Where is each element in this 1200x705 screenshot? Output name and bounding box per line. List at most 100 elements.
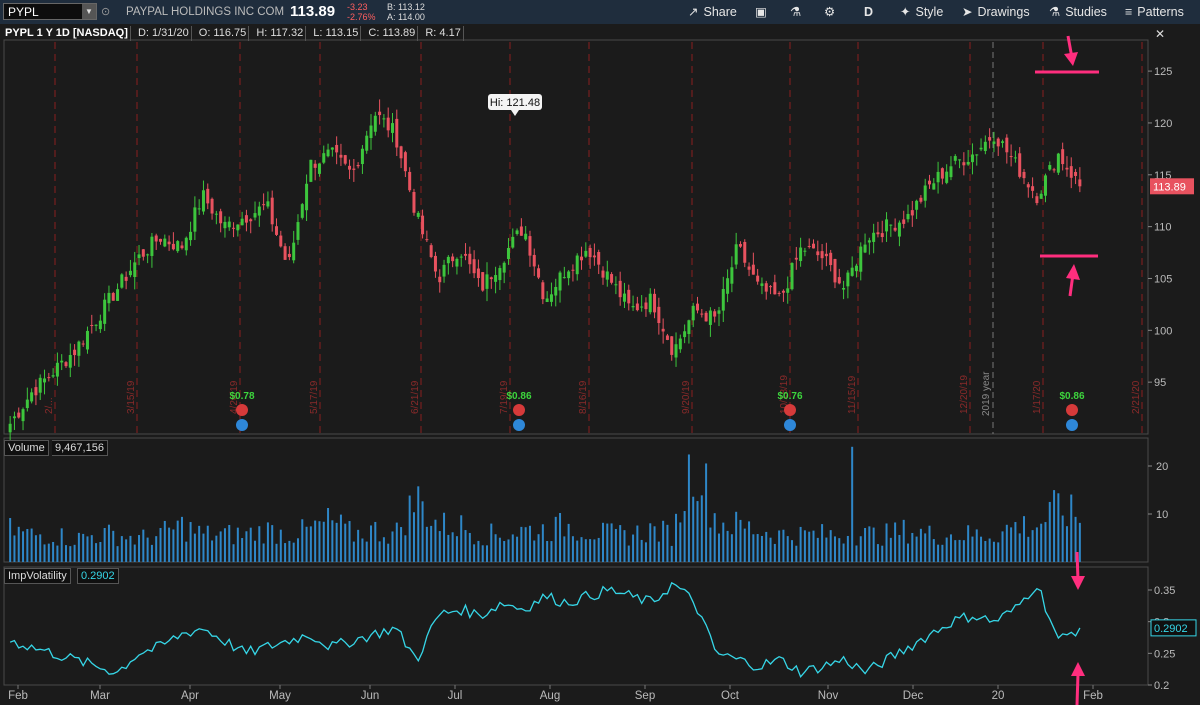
candle-body: [403, 152, 407, 172]
volume-bar: [791, 540, 794, 562]
volume-bar: [769, 537, 772, 562]
dividend-icon[interactable]: [784, 419, 796, 431]
x-tick-label: Feb: [1083, 690, 1103, 702]
candle-body: [296, 222, 300, 240]
volume-bar: [692, 496, 695, 562]
volume-bar: [898, 534, 901, 562]
settings-button[interactable]: ⚙: [824, 0, 840, 24]
chart-symbol[interactable]: PYPL 1 Y 1D [NASDAQ]: [3, 26, 131, 41]
earnings-icon[interactable]: [784, 404, 796, 416]
candle-body: [159, 238, 163, 242]
candle-body: [429, 245, 433, 258]
price-tick-label: 110: [1154, 222, 1172, 234]
volume-bar: [163, 520, 166, 562]
dividend-icon[interactable]: [236, 419, 248, 431]
candle-body: [781, 290, 785, 293]
studies-button[interactable]: ⚗ Studies: [1049, 0, 1107, 24]
date-marker-label: 11/15/19: [847, 375, 858, 414]
volume-bar: [103, 528, 106, 562]
volume-bar: [881, 545, 884, 562]
volume-bar: [73, 544, 76, 562]
volume-bar: [133, 544, 136, 562]
volume-bar: [339, 514, 342, 562]
dividend-icon[interactable]: [513, 419, 525, 431]
x-tick-label: Sep: [635, 690, 655, 702]
candle-body: [253, 213, 257, 218]
earnings-icon[interactable]: [513, 404, 525, 416]
volume-bar: [400, 527, 403, 562]
volume-bar: [34, 535, 37, 562]
flask-button[interactable]: ⚗: [790, 0, 806, 24]
volume-bar: [176, 520, 179, 562]
volume-bar: [228, 524, 231, 562]
dividend-label: $0.86: [1059, 391, 1084, 402]
candle-body: [674, 344, 678, 358]
candle-body: [812, 243, 815, 249]
image-button[interactable]: ▣: [755, 0, 772, 24]
volume-bar: [211, 540, 214, 562]
patterns-button[interactable]: ≡ Patterns: [1125, 0, 1184, 24]
candle-body: [390, 123, 394, 133]
volume-tick-label: 20: [1156, 461, 1168, 473]
annotation-iv-arrow-down-icon: [1075, 551, 1080, 581]
candle-body: [81, 343, 85, 345]
volume-bar: [812, 530, 815, 562]
volume-bar: [687, 454, 690, 562]
volume-bar: [52, 541, 55, 562]
volume-bar: [202, 533, 205, 562]
candle-body: [773, 282, 777, 295]
volume-bar: [829, 530, 832, 562]
dividend-icon[interactable]: [1066, 419, 1078, 431]
volume-bar: [584, 539, 587, 562]
drawings-button[interactable]: ➤ Drawings: [962, 0, 1030, 24]
candle-body: [979, 147, 983, 150]
share-button[interactable]: ↗ Share: [688, 0, 737, 24]
link-icon[interactable]: ⊙: [101, 0, 110, 24]
volume-bar: [357, 529, 360, 562]
candle-body: [807, 245, 811, 247]
volume-bar: [370, 525, 373, 562]
candle-body: [648, 293, 652, 313]
candle-body: [704, 312, 708, 322]
candle-body: [923, 185, 927, 201]
style-button[interactable]: ✦ Style: [900, 0, 943, 24]
candle-body: [8, 423, 12, 433]
candle-body: [309, 159, 313, 182]
volume-bar: [395, 522, 398, 562]
earnings-icon[interactable]: [236, 404, 248, 416]
price-tick-label: 100: [1154, 325, 1172, 337]
volume-bar: [924, 533, 927, 562]
candle-body: [867, 240, 871, 243]
candle-body: [197, 208, 201, 210]
volume-bar: [1031, 530, 1034, 562]
volume-bar: [60, 528, 63, 562]
beaker-icon: ⚗: [1049, 5, 1061, 19]
chart-canvas[interactable]: 2/... 3/15/19 4/26/19 5/17/19 6/21/19 7/19/19…: [0, 24, 1200, 705]
candle-body: [902, 219, 906, 224]
volume-bar: [447, 534, 450, 562]
volume-bar: [223, 528, 226, 562]
volume-bar: [911, 532, 914, 562]
volume-bar: [309, 526, 312, 562]
volume-bar: [571, 536, 574, 562]
symbol-input[interactable]: PYPL ▼: [3, 3, 97, 20]
volume-bar: [292, 542, 295, 562]
candle-body: [940, 168, 944, 179]
period-button[interactable]: D: [864, 0, 873, 24]
candle-body: [502, 262, 506, 273]
candle-body: [283, 246, 287, 260]
candle-body: [399, 146, 403, 159]
chevron-down-icon[interactable]: ▼: [82, 4, 96, 19]
candle-body: [885, 219, 889, 232]
volume-bar: [412, 512, 415, 562]
volume-bar: [125, 539, 128, 562]
collapse-icon[interactable]: ✕: [1155, 27, 1165, 41]
volume-bar: [219, 531, 222, 562]
candle-body: [438, 276, 442, 283]
candle-body: [77, 341, 81, 356]
candle-body: [85, 330, 89, 350]
earnings-icon[interactable]: [1066, 404, 1078, 416]
candle-body: [575, 255, 579, 275]
volume-bar: [580, 537, 583, 562]
volume-bar: [443, 512, 446, 562]
